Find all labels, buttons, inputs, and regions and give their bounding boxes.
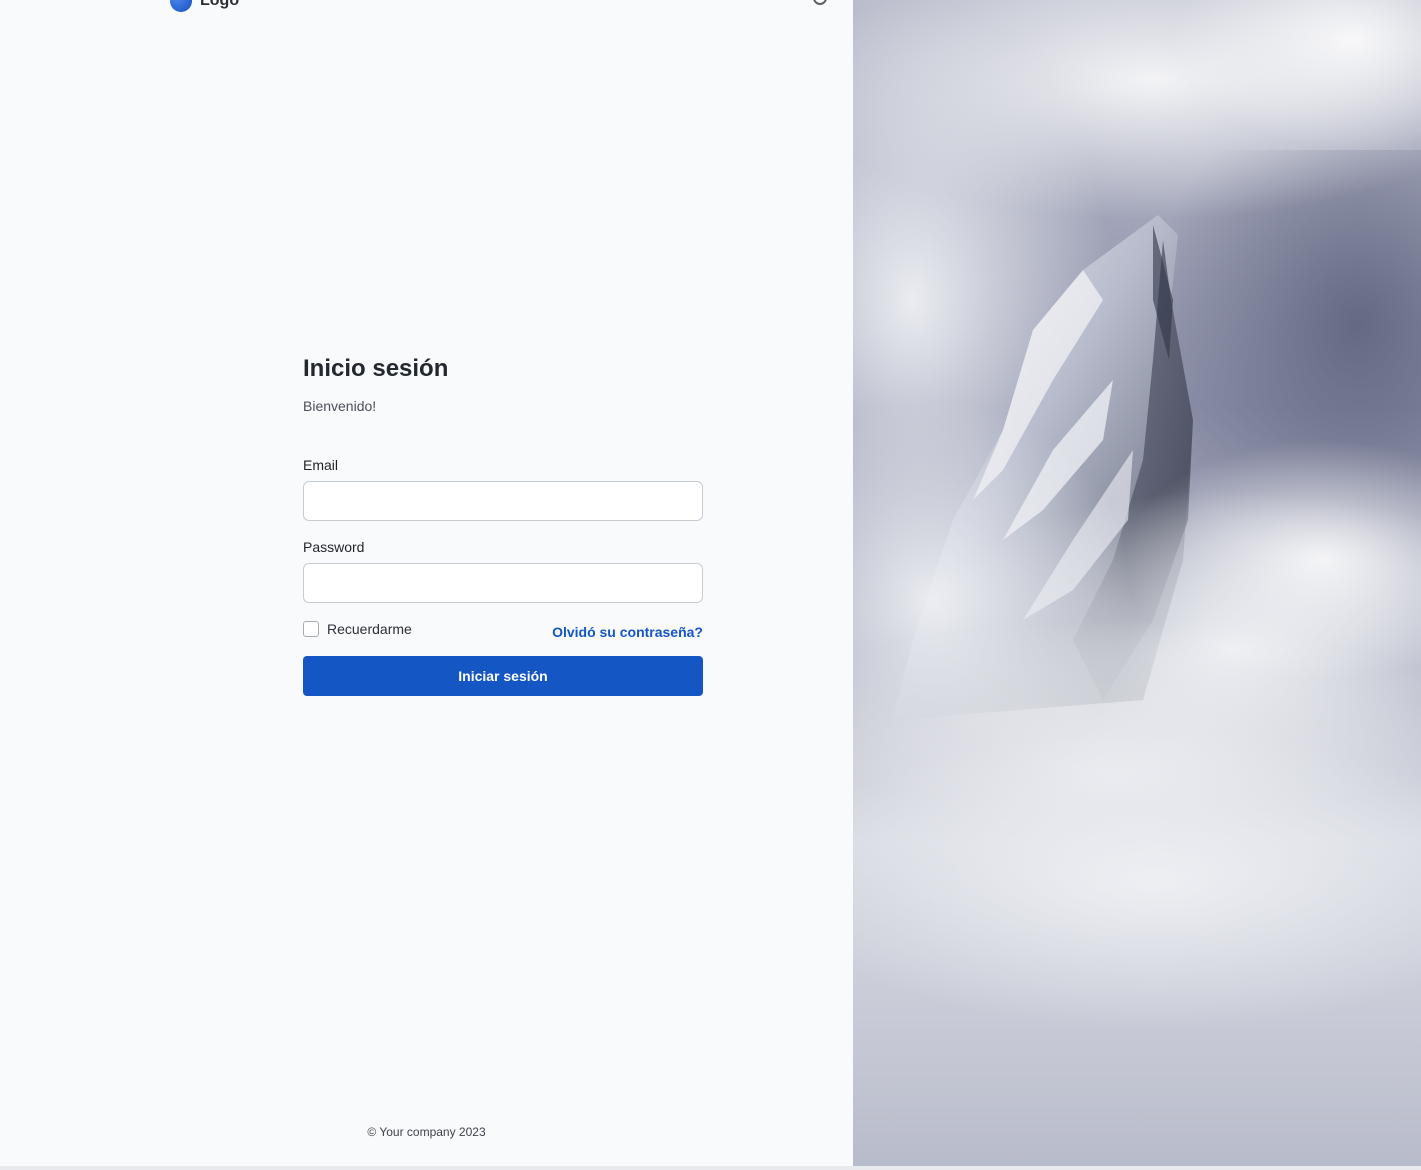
logo-icon (170, 0, 192, 12)
circle-icon[interactable] (813, 0, 827, 5)
email-label: Email (303, 457, 339, 473)
options-row: Recuerdarme Olvidó su contraseña? (303, 619, 703, 640)
forgot-password-link[interactable]: Olvidó su contraseña? (552, 624, 703, 640)
copyright-footer: © Your company 2023 (367, 1125, 486, 1139)
page-title: Inicio sesión (303, 355, 449, 382)
bottom-edge (0, 1166, 1421, 1170)
remember-label: Recuerdarme (327, 621, 412, 637)
logo-text: Logo (200, 0, 240, 9)
password-field[interactable] (303, 563, 703, 603)
mountain-photo (853, 0, 1421, 1166)
email-field[interactable] (303, 481, 703, 521)
login-panel: Logo Inicio sesión Bienvenido! Email Pas… (0, 0, 853, 1166)
hero-image (853, 0, 1421, 1166)
password-label: Password (303, 539, 365, 555)
remember-checkbox[interactable] (303, 621, 319, 637)
login-form: Inicio sesión Bienvenido! Email Password… (303, 354, 703, 696)
logo[interactable]: Logo (170, 0, 239, 12)
remember-me[interactable]: Recuerdarme (303, 621, 412, 637)
login-button[interactable]: Iniciar sesión (303, 656, 703, 696)
login-page: Logo Inicio sesión Bienvenido! Email Pas… (0, 0, 1421, 1166)
welcome-text: Bienvenido! (303, 398, 377, 414)
